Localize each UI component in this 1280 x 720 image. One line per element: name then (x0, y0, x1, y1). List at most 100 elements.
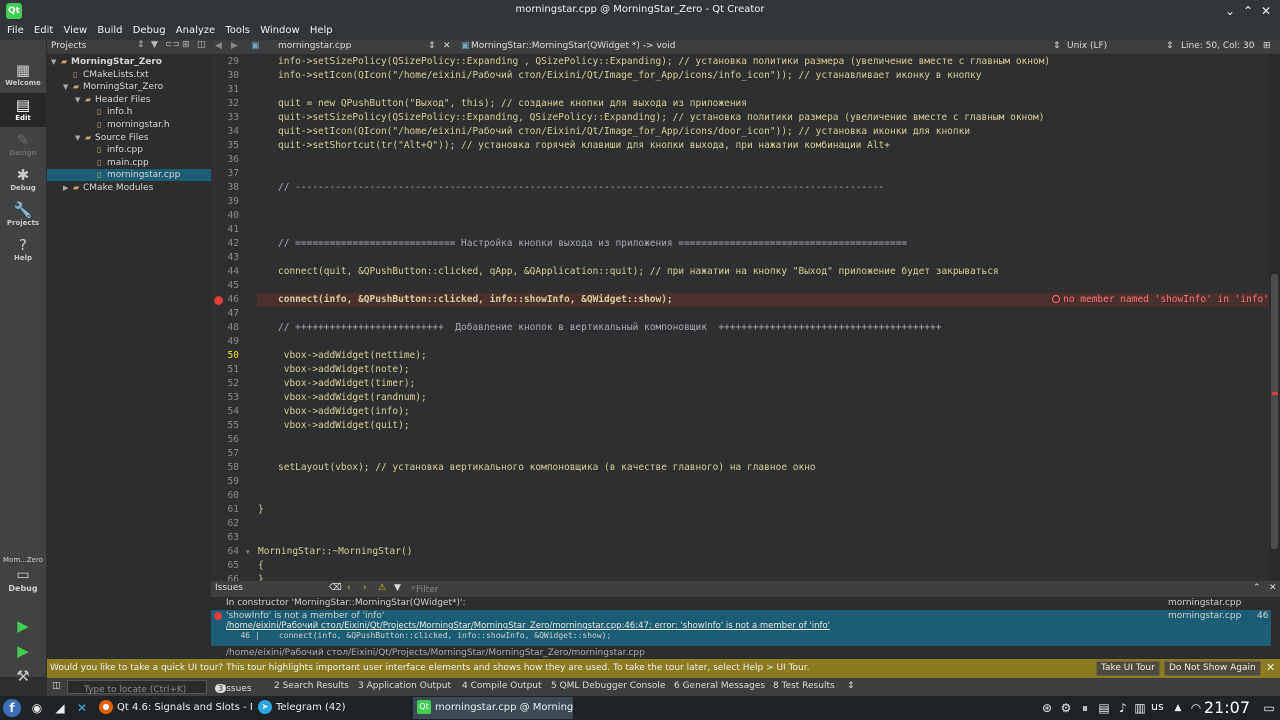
settings-tray-icon[interactable]: ⚙ (1057, 699, 1075, 717)
next-issue-icon[interactable]: › (363, 583, 367, 593)
tree-node[interactable]: ▯ info.h (87, 106, 132, 118)
pause-icon[interactable]: ⏸ (1076, 699, 1094, 717)
menu-view[interactable]: View (63, 22, 87, 40)
symbol-dropdown-icon[interactable]: ⇕ (1053, 41, 1061, 51)
fedora-menu-icon[interactable]: f (3, 699, 21, 717)
sidebar-title[interactable]: Projects (51, 41, 86, 51)
menu-help[interactable]: Help (310, 22, 333, 40)
vpn-icon[interactable]: ⊛ (1038, 699, 1056, 717)
editor-scrollbar[interactable] (1269, 54, 1280, 581)
tree-node[interactable]: ▼ ▰ Header Files (75, 94, 150, 106)
file-dropdown-icon[interactable]: ⇕ (428, 41, 436, 51)
tab-search-results[interactable]: 2 Search Results (274, 681, 349, 691)
mode-help[interactable]: ? Help (0, 233, 46, 267)
code-line[interactable]: vbox->addWidget(randnum); (278, 391, 427, 405)
editor-scrollbar-thumb[interactable] (1271, 274, 1278, 549)
more-tabs-icon[interactable]: ⇕ (847, 681, 855, 691)
code-line[interactable]: vbox->addWidget(timer); (278, 377, 416, 391)
expand-arrow-icon[interactable]: ▼ (75, 94, 85, 106)
code-line[interactable]: vbox->addWidget(nettime); (278, 349, 427, 363)
clipboard-icon[interactable]: ▤ (1095, 699, 1113, 717)
forward-icon[interactable]: ▶ (231, 41, 238, 51)
toggle-sidebar-icon[interactable]: ◫ (52, 681, 61, 691)
maximize-panel-icon[interactable]: ⌃ (1253, 583, 1261, 593)
line-ending-dropdown-icon[interactable]: ⇕ (1166, 41, 1174, 51)
expand-arrow-icon[interactable]: ▼ (75, 132, 85, 144)
code-line[interactable]: vbox->addWidget(info); (278, 405, 410, 419)
build-hammer-icon[interactable]: ⚒ (13, 666, 33, 686)
menu-window[interactable]: Window (260, 22, 299, 40)
menu-tools[interactable]: Tools (225, 22, 250, 40)
tab-qml-debugger-console[interactable]: 5 QML Debugger Console (551, 681, 665, 691)
close-file-icon[interactable]: ✕ (443, 41, 451, 51)
code-line[interactable]: connect(quit, &QPushButton::clicked, qAp… (278, 265, 999, 279)
code-line[interactable]: vbox->addWidget(note); (278, 363, 410, 377)
fold-marker-icon[interactable]: ▾ (246, 545, 250, 559)
mode-welcome[interactable]: ▦ Welcome (0, 58, 46, 92)
split-editor-icon[interactable]: ⊞ (1263, 41, 1271, 51)
line-ending-selector[interactable]: Unix (LF) (1067, 41, 1107, 51)
warning-filter-icon[interactable]: ⚠ (378, 583, 386, 593)
tree-node[interactable]: ▯ info.cpp (87, 144, 143, 156)
run-icon[interactable]: ▶ (13, 616, 33, 636)
do-not-show-again-button[interactable]: Do Not Show Again (1164, 661, 1261, 676)
task-firefox[interactable]: ● Qt 4.6: Signals and Slots - M... (95, 697, 252, 719)
tree-node[interactable]: ▶ ▰ CMake Modules (63, 182, 153, 194)
split-icon[interactable]: ⊞ (182, 40, 190, 50)
tree-node[interactable]: ▯ main.cpp (87, 157, 149, 169)
kit-selector[interactable]: Mom...Zero ▭ Debug (0, 556, 46, 593)
wifi-icon[interactable]: ◠ (1187, 699, 1205, 717)
issue-context-row[interactable]: In constructor 'MorningStar::MorningStar… (211, 597, 1271, 609)
code-line[interactable]: } (258, 503, 264, 517)
tab-compile-output[interactable]: 4 Compile Output (462, 681, 542, 691)
take-ui-tour-button[interactable]: Take UI Tour (1096, 661, 1160, 676)
locator-input[interactable]: Type to locate (Ctrl+K) (67, 680, 207, 695)
code-line[interactable]: // -------------------------------------… (278, 181, 884, 195)
debug-run-icon[interactable]: ▶ (13, 641, 33, 661)
konsole-icon[interactable]: ✕ (73, 699, 91, 717)
issues-filter-icon[interactable]: ▼ (394, 583, 401, 593)
filter-icon[interactable]: ▼ (151, 40, 158, 50)
menu-file[interactable]: File (7, 22, 24, 40)
menu-debug[interactable]: Debug (133, 22, 166, 40)
code-line[interactable]: info->setSizePolicy(QSizePolicy::Expandi… (278, 55, 1050, 69)
clock[interactable]: 21:07 (1204, 696, 1250, 720)
show-desktop-icon[interactable]: ▭ (1260, 699, 1278, 717)
jetbrains-icon[interactable]: ◢ (51, 699, 69, 717)
keyboard-layout[interactable]: us (1151, 700, 1164, 713)
tab-test-results[interactable]: 8 Test Results (773, 681, 835, 691)
code-line[interactable]: } (258, 573, 264, 581)
code-line[interactable]: connect(info, &QPushButton::clicked, inf… (278, 293, 673, 307)
sidebar-dropdown-icon[interactable]: ⇕ (137, 40, 145, 50)
menu-edit[interactable]: Edit (34, 22, 53, 40)
code-line[interactable]: quit->setIcon(QIcon("/home/eixini/Рабочи… (278, 125, 970, 139)
mode-projects[interactable]: 🔧 Projects (0, 198, 46, 232)
menu-build[interactable]: Build (97, 22, 122, 40)
code-line[interactable]: quit->setSizePolicy(QSizePolicy::Expandi… (278, 111, 1044, 125)
issues-filter-input[interactable]: ⌕ Filter (411, 583, 438, 595)
expand-arrow-icon[interactable]: ▼ (63, 81, 73, 93)
code-line[interactable]: // ============================ Настройк… (278, 237, 907, 251)
close-icon[interactable]: ✕ (1258, 3, 1274, 19)
expand-arrow-icon[interactable]: ▼ (51, 56, 61, 68)
task-telegram[interactable]: ➤ Telegram (42) (254, 697, 411, 719)
code-editor[interactable]: 29 30 31 32 33 34 35 36 37 38 39 40 41 42 43 44 45 46 47 48… (211, 54, 1269, 581)
close-sidebar-icon[interactable]: ◫ (197, 40, 206, 50)
open-file-name[interactable]: morningstar.cpp (278, 41, 351, 51)
code-line[interactable]: MorningStar::~MorningStar() (258, 545, 412, 559)
code-line[interactable]: quit = new QPushButton("Выход", this); /… (278, 97, 747, 111)
tree-node[interactable]: ▼ ▰ MorningStar_Zero (63, 81, 163, 93)
symbol-selector[interactable]: MorningStar::MorningStar(QWidget *) -> v… (471, 41, 675, 51)
mode-edit[interactable]: ▤ Edit (0, 93, 46, 127)
tree-node[interactable]: ▼ ▰ Source Files (75, 132, 149, 144)
mode-design[interactable]: ✎ Design (0, 128, 46, 162)
discord-icon[interactable]: ◉ (28, 699, 46, 717)
code-line[interactable]: vbox->addWidget(quit); (278, 419, 410, 433)
network-tray-icon[interactable]: ▥ (1131, 699, 1149, 717)
tree-node[interactable]: ▼ ▰ MorningStar_Zero (51, 56, 162, 68)
tree-node[interactable]: ▯ morningstar.cpp (47, 169, 211, 182)
volume-icon[interactable]: ♪ (1114, 699, 1132, 717)
tree-node[interactable]: ▯ CMakeLists.txt (63, 69, 149, 81)
code-line[interactable]: // ++++++++++++++++++++++++++ Добавление… (278, 321, 941, 335)
code-line[interactable]: { (258, 559, 264, 573)
